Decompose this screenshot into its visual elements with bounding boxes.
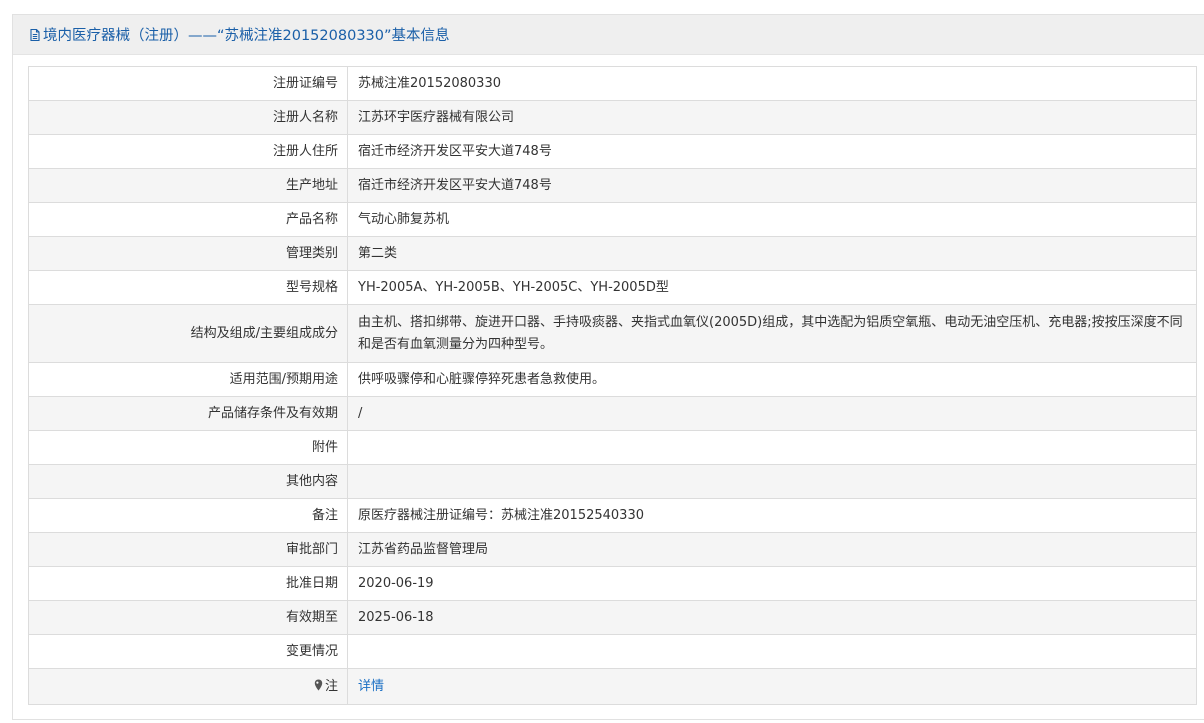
field-label: 附件 xyxy=(28,430,348,465)
table-row: 备注 原医疗器械注册证编号：苏械注准20152540330 xyxy=(28,498,1197,533)
field-value: 2020-06-19 xyxy=(347,566,1197,601)
field-value: 第二类 xyxy=(347,236,1197,271)
document-icon xyxy=(28,28,42,42)
field-value: 供呼吸骤停和心脏骤停猝死患者急救使用。 xyxy=(347,362,1197,397)
field-label: 管理类别 xyxy=(28,236,348,271)
table-row: 其他内容 xyxy=(28,464,1197,499)
note-row: 注 详情 xyxy=(28,668,1197,705)
field-label: 适用范围/预期用途 xyxy=(28,362,348,397)
info-table: 注册证编号 苏械注准20152080330 注册人名称 江苏环宇医疗器械有限公司 注册人… xyxy=(28,66,1197,705)
field-label: 批准日期 xyxy=(28,566,348,601)
field-value: YH-2005A、YH-2005B、YH-2005C、YH-2005D型 xyxy=(347,270,1197,305)
field-label: 结构及组成/主要组成成分 xyxy=(28,304,348,363)
field-label: 审批部门 xyxy=(28,532,348,567)
table-row: 注册人住所 宿迁市经济开发区平安大道748号 xyxy=(28,134,1197,169)
table-row: 产品储存条件及有效期 / xyxy=(28,396,1197,431)
field-value: 宿迁市经济开发区平安大道748号 xyxy=(347,168,1197,203)
field-value: 由主机、搭扣绑带、旋进开口器、手持吸痰器、夹指式血氧仪(2005D)组成，其中选… xyxy=(347,304,1197,363)
field-label: 型号规格 xyxy=(28,270,348,305)
table-row: 结构及组成/主要组成成分 由主机、搭扣绑带、旋进开口器、手持吸痰器、夹指式血氧仪(… xyxy=(28,304,1197,363)
field-value xyxy=(347,634,1197,669)
table-row: 管理类别 第二类 xyxy=(28,236,1197,271)
table-row: 批准日期 2020-06-19 xyxy=(28,566,1197,601)
field-value: 苏械注准20152080330 xyxy=(347,66,1197,101)
table-row: 型号规格 YH-2005A、YH-2005B、YH-2005C、YH-2005D型 xyxy=(28,270,1197,305)
note-value-cell: 详情 xyxy=(347,668,1197,705)
field-value: 2025-06-18 xyxy=(347,600,1197,635)
field-value: 江苏环宇医疗器械有限公司 xyxy=(347,100,1197,135)
field-value: 宿迁市经济开发区平安大道748号 xyxy=(347,134,1197,169)
field-label: 生产地址 xyxy=(28,168,348,203)
note-label: 注 xyxy=(324,678,338,694)
table-row: 生产地址 宿迁市经济开发区平安大道748号 xyxy=(28,168,1197,203)
table-row: 审批部门 江苏省药品监督管理局 xyxy=(28,532,1197,567)
field-label: 注册人住所 xyxy=(28,134,348,169)
panel-header: 境内医疗器械（注册）——“苏械注准20152080330”基本信息 xyxy=(13,15,1204,55)
table-row: 变更情况 xyxy=(28,634,1197,669)
field-label: 有效期至 xyxy=(28,600,348,635)
field-value: / xyxy=(347,396,1197,431)
table-row: 注册人名称 江苏环宇医疗器械有限公司 xyxy=(28,100,1197,135)
field-label: 注册人名称 xyxy=(28,100,348,135)
table-row: 有效期至 2025-06-18 xyxy=(28,600,1197,635)
field-value xyxy=(347,430,1197,465)
table-row: 产品名称 气动心肺复苏机 xyxy=(28,202,1197,237)
field-label: 注册证编号 xyxy=(28,66,348,101)
field-label: 备注 xyxy=(28,498,348,533)
field-label: 产品储存条件及有效期 xyxy=(28,396,348,431)
details-link[interactable]: 详情 xyxy=(358,679,384,694)
table-row: 适用范围/预期用途 供呼吸骤停和心脏骤停猝死患者急救使用。 xyxy=(28,362,1197,397)
field-label: 变更情况 xyxy=(28,634,348,669)
field-value: 原医疗器械注册证编号：苏械注准20152540330 xyxy=(347,498,1197,533)
device-info-panel: 境内医疗器械（注册）——“苏械注准20152080330”基本信息 注册证编号苏… xyxy=(12,14,1204,720)
note-label-cell: 注 xyxy=(28,668,348,705)
table-row: 注册证编号 苏械注准20152080330 xyxy=(28,66,1197,101)
map-pin-icon xyxy=(314,679,323,690)
page-title: 境内医疗器械（注册）——“苏械注准20152080330”基本信息 xyxy=(43,28,450,44)
field-value: 江苏省药品监督管理局 xyxy=(347,532,1197,567)
table-row: 附件 xyxy=(28,430,1197,465)
field-label: 产品名称 xyxy=(28,202,348,237)
field-label: 其他内容 xyxy=(28,464,348,499)
field-value xyxy=(347,464,1197,499)
field-value: 气动心肺复苏机 xyxy=(347,202,1197,237)
